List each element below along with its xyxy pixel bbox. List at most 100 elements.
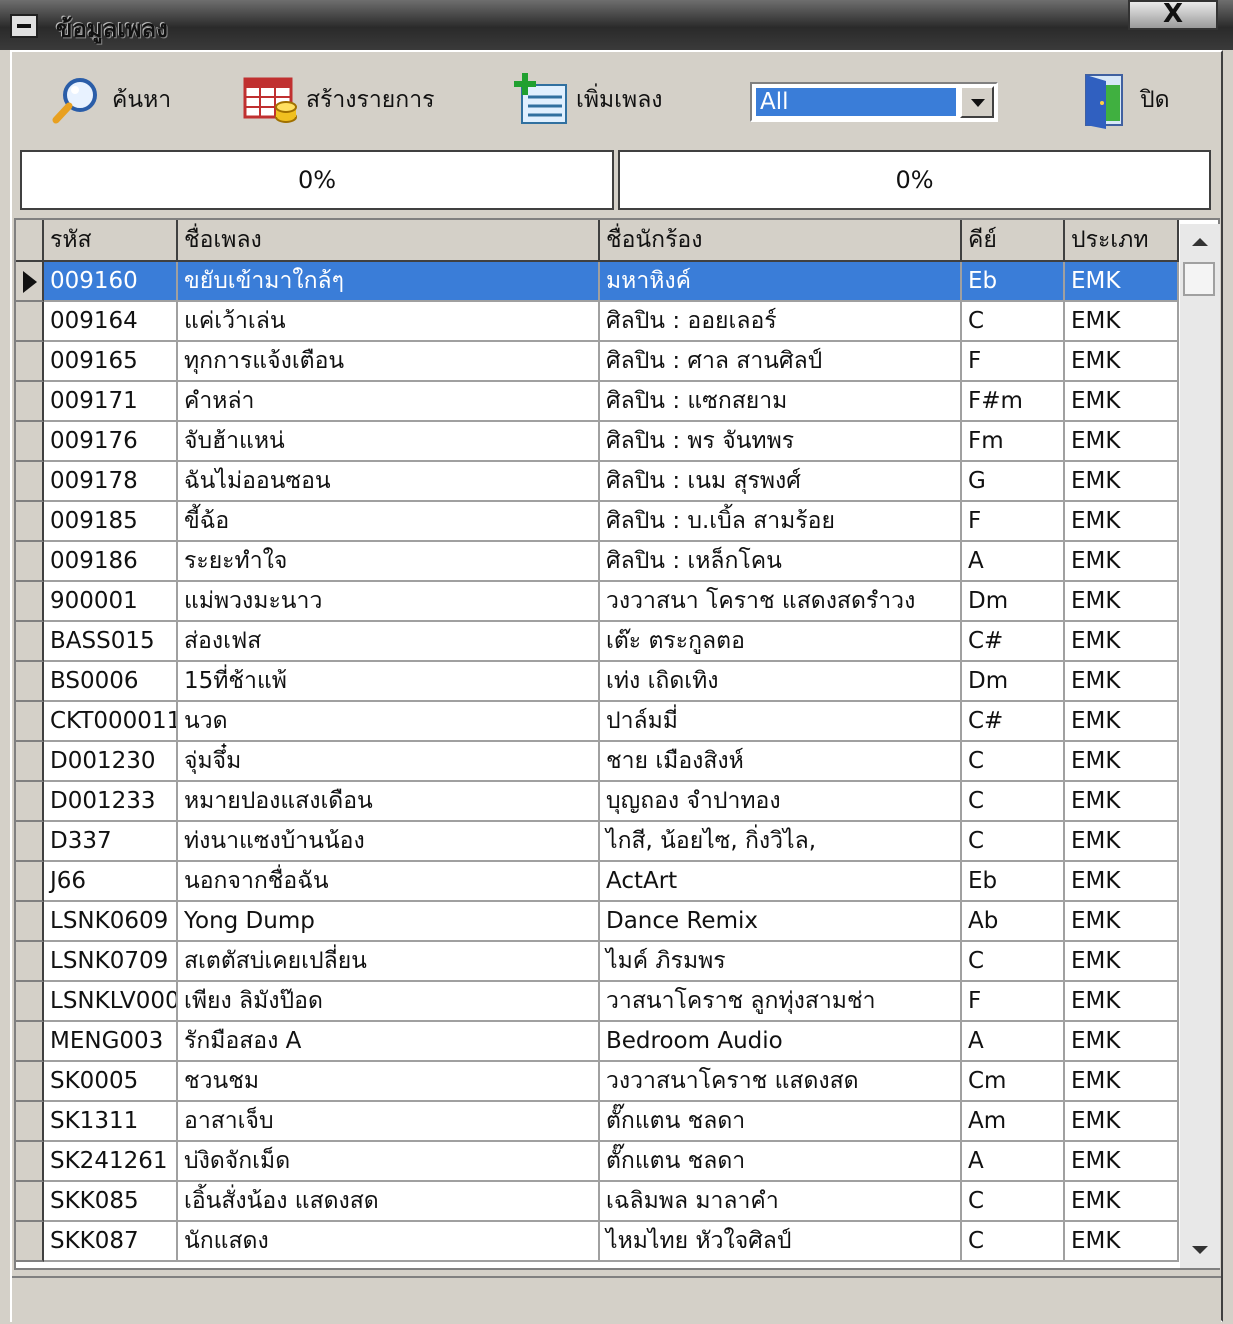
cell-code[interactable]: SKK087: [44, 1222, 178, 1262]
cell-key[interactable]: C#: [962, 702, 1065, 742]
cell-song-name[interactable]: นวด: [178, 702, 600, 742]
row-indicator[interactable]: [16, 942, 44, 982]
cell-song-name[interactable]: ระยะทำใจ: [178, 542, 600, 582]
cell-code[interactable]: SK241261: [44, 1142, 178, 1182]
scroll-up-icon[interactable]: [1192, 238, 1208, 246]
table-row[interactable]: 009178 ฉันไม่ออนซอน ศิลปิน : เนม สุรพงศ์ G E…: [16, 462, 1179, 502]
header-artist[interactable]: ชื่อนักร้อง: [600, 220, 962, 262]
close-button[interactable]: ปิด: [1076, 70, 1170, 130]
cell-type[interactable]: EMK: [1065, 382, 1179, 422]
cell-code[interactable]: 009176: [44, 422, 178, 462]
cell-code[interactable]: 900001: [44, 582, 178, 622]
cell-artist[interactable]: Dance Remix: [600, 902, 962, 942]
cell-artist[interactable]: เท่ง เถิดเทิง: [600, 662, 962, 702]
cell-type[interactable]: EMK: [1065, 302, 1179, 342]
filter-dropdown[interactable]: All: [750, 82, 998, 122]
cell-song-name[interactable]: เอิ้นสั่งน้อง แสดงสด: [178, 1182, 600, 1222]
cell-artist[interactable]: ศิลปิน : เหล็กโคน: [600, 542, 962, 582]
cell-key[interactable]: C: [962, 742, 1065, 782]
cell-artist[interactable]: บุญถอง จำปาทอง: [600, 782, 962, 822]
row-indicator[interactable]: [16, 342, 44, 382]
cell-song-name[interactable]: แค่เว้าเล่น: [178, 302, 600, 342]
table-row[interactable]: 900001 แม่พวงมะนาว วงวาสนา โคราช แสดงสดรำว…: [16, 582, 1179, 622]
cell-code[interactable]: BASS015: [44, 622, 178, 662]
system-menu-button[interactable]: [10, 14, 38, 38]
cell-key[interactable]: A: [962, 1022, 1065, 1062]
cell-type[interactable]: EMK: [1065, 982, 1179, 1022]
row-indicator[interactable]: [16, 1102, 44, 1142]
cell-type[interactable]: EMK: [1065, 902, 1179, 942]
table-row[interactable]: 009176 จับฮ้าแหน่ ศิลปิน : พร จันทพร Fm EMK: [16, 422, 1179, 462]
row-indicator[interactable]: [16, 982, 44, 1022]
cell-artist[interactable]: ศิลปิน : พร จันทพร: [600, 422, 962, 462]
cell-type[interactable]: EMK: [1065, 782, 1179, 822]
row-indicator[interactable]: [16, 742, 44, 782]
cell-artist[interactable]: วาสนาโคราช ลูกทุ่งสามช่า: [600, 982, 962, 1022]
table-row[interactable]: SKK087 นักแสดง ไหมไทย หัวใจศิลป์ C EMK: [16, 1222, 1179, 1262]
row-indicator[interactable]: [16, 902, 44, 942]
cell-type[interactable]: EMK: [1065, 342, 1179, 382]
table-row[interactable]: CKT000011- นวด ปาล์มมี่ C# EMK: [16, 702, 1179, 742]
cell-type[interactable]: EMK: [1065, 822, 1179, 862]
cell-type[interactable]: EMK: [1065, 422, 1179, 462]
cell-type[interactable]: EMK: [1065, 502, 1179, 542]
cell-key[interactable]: A: [962, 1142, 1065, 1182]
row-indicator[interactable]: [16, 422, 44, 462]
cell-key[interactable]: F: [962, 502, 1065, 542]
cell-song-name[interactable]: จับฮ้าแหน่: [178, 422, 600, 462]
title-bar[interactable]: ข้อมูลเพลง X: [0, 0, 1233, 50]
cell-artist[interactable]: ไมค์ ภิรมพร: [600, 942, 962, 982]
create-list-button[interactable]: สร้างรายการ: [242, 70, 434, 130]
row-indicator[interactable]: [16, 862, 44, 902]
table-row[interactable]: 009164 แค่เว้าเล่น ศิลปิน : ออยเลอร์ C EMK: [16, 302, 1179, 342]
cell-artist[interactable]: ปาล์มมี่: [600, 702, 962, 742]
cell-artist[interactable]: ศิลปิน : เนม สุรพงศ์: [600, 462, 962, 502]
cell-song-name[interactable]: ส่องเฟส: [178, 622, 600, 662]
table-row[interactable]: SKK085 เอิ้นสั่งน้อง แสดงสด เฉลิมพล มาลาคำ…: [16, 1182, 1179, 1222]
row-indicator[interactable]: [16, 502, 44, 542]
cell-artist[interactable]: มหาหิงค์: [600, 262, 962, 302]
cell-artist[interactable]: เต๊ะ ตระกูลตอ: [600, 622, 962, 662]
cell-artist[interactable]: ตั๊กแตน ชลดา: [600, 1142, 962, 1182]
cell-key[interactable]: C: [962, 302, 1065, 342]
scroll-down-icon[interactable]: [1192, 1246, 1208, 1254]
cell-key[interactable]: F: [962, 982, 1065, 1022]
cell-type[interactable]: EMK: [1065, 1222, 1179, 1262]
table-row[interactable]: 009185 ขี้ฉ้อ ศิลปิน : บ.เบิ้ล สามร้อย F EMK: [16, 502, 1179, 542]
chevron-down-icon[interactable]: [960, 86, 994, 118]
row-indicator[interactable]: [16, 302, 44, 342]
cell-artist[interactable]: เฉลิมพล มาลาคำ: [600, 1182, 962, 1222]
table-row[interactable]: D001233 หมายปองแสงเดือน บุญถอง จำปาทอง C EMK: [16, 782, 1179, 822]
row-indicator[interactable]: [16, 1182, 44, 1222]
cell-type[interactable]: EMK: [1065, 742, 1179, 782]
row-indicator[interactable]: [16, 1062, 44, 1102]
cell-code[interactable]: 009165: [44, 342, 178, 382]
header-type[interactable]: ประเภท: [1065, 220, 1179, 262]
row-indicator[interactable]: [16, 1142, 44, 1182]
cell-code[interactable]: MENG003: [44, 1022, 178, 1062]
cell-song-name[interactable]: ชวนชม: [178, 1062, 600, 1102]
header-song-name[interactable]: ชื่อเพลง: [178, 220, 600, 262]
scroll-thumb[interactable]: [1183, 262, 1215, 296]
cell-song-name[interactable]: 15ที่ช้าแพ้: [178, 662, 600, 702]
table-row[interactable]: LSNK0609 Yong Dump Dance Remix Ab EMK: [16, 902, 1179, 942]
cell-code[interactable]: 009186: [44, 542, 178, 582]
table-row[interactable]: SK241261 บ่งิดจักเม็ด ตั๊กแตน ชลดา A EMK: [16, 1142, 1179, 1182]
cell-type[interactable]: EMK: [1065, 622, 1179, 662]
row-indicator[interactable]: [16, 462, 44, 502]
cell-song-name[interactable]: สเตตัสบ่เคยเปลี่ยน: [178, 942, 600, 982]
cell-type[interactable]: EMK: [1065, 1182, 1179, 1222]
cell-artist[interactable]: ศิลปิน : บ.เบิ้ล สามร้อย: [600, 502, 962, 542]
cell-song-name[interactable]: หมายปองแสงเดือน: [178, 782, 600, 822]
cell-song-name[interactable]: เพียง ลิมังป๊อด: [178, 982, 600, 1022]
cell-type[interactable]: EMK: [1065, 702, 1179, 742]
row-indicator[interactable]: [16, 1222, 44, 1262]
close-window-button[interactable]: X: [1128, 0, 1218, 30]
cell-song-name[interactable]: ท่งนาแซงบ้านน้อง: [178, 822, 600, 862]
cell-key[interactable]: C: [962, 1182, 1065, 1222]
cell-song-name[interactable]: อาสาเจ็บ: [178, 1102, 600, 1142]
table-row[interactable]: 009160 ขยับเข้ามาใกล้ๆ มหาหิงค์ Eb EMK: [16, 262, 1179, 302]
header-key[interactable]: คีย์: [962, 220, 1065, 262]
cell-artist[interactable]: ศิลปิน : ศาล สานศิลป์: [600, 342, 962, 382]
cell-type[interactable]: EMK: [1065, 1102, 1179, 1142]
